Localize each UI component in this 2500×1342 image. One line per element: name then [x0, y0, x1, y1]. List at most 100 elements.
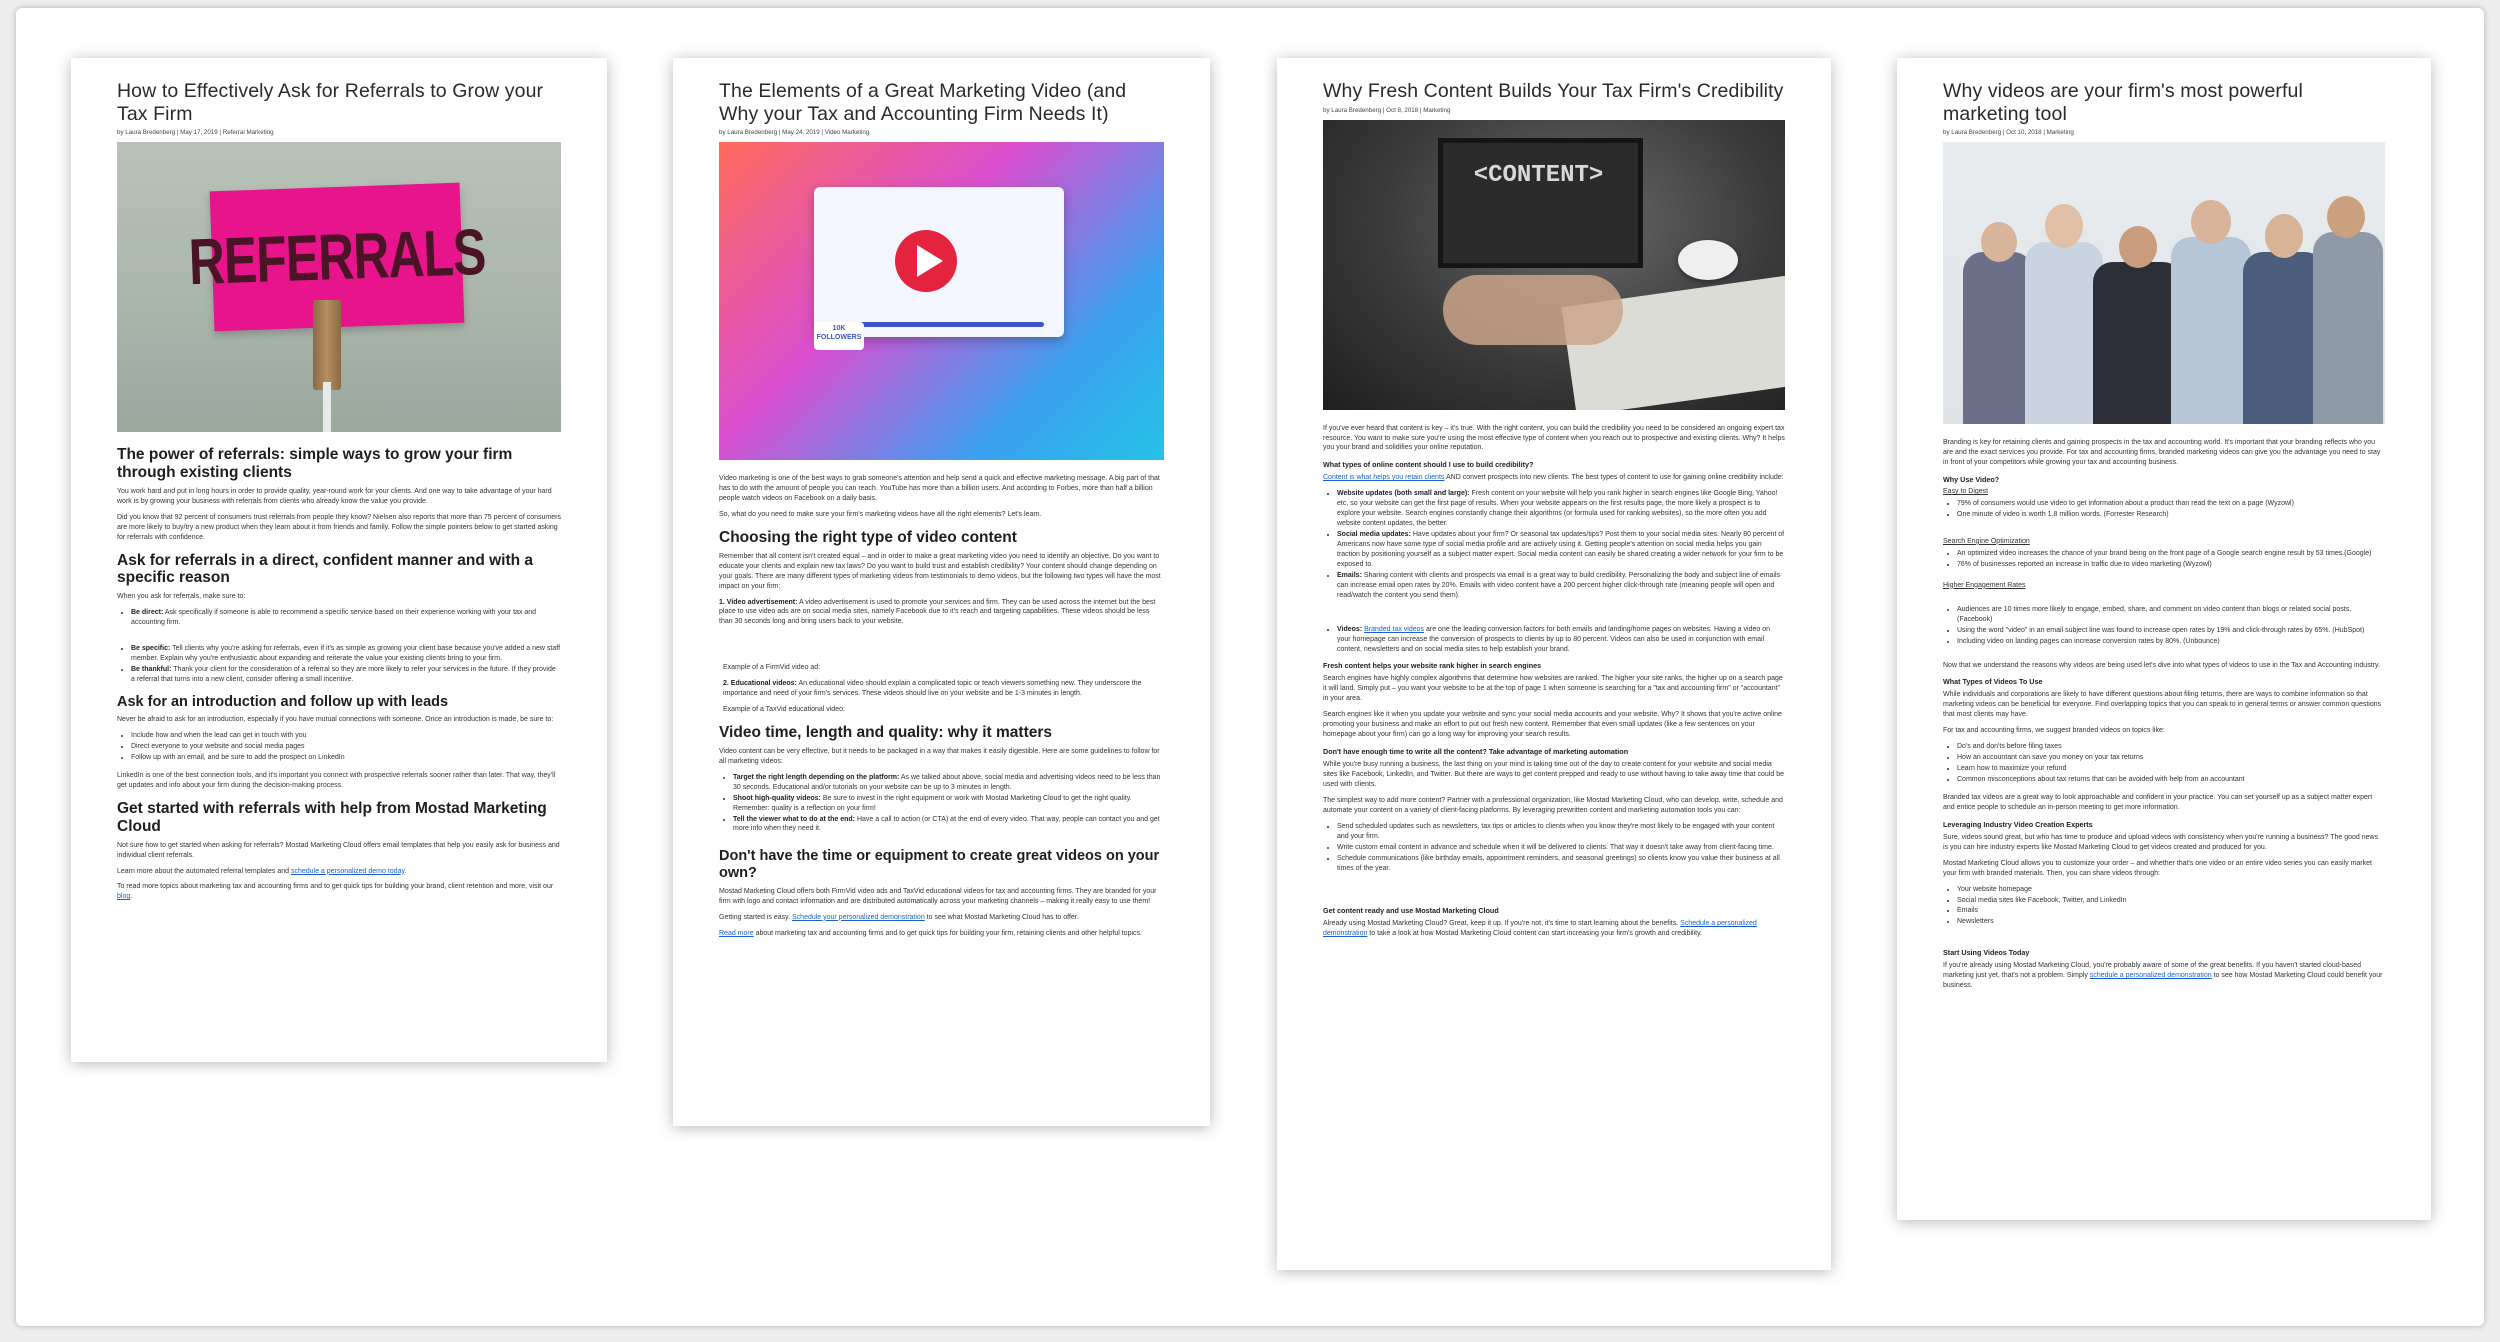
sub-heading: Higher Engagement Rates — [1943, 581, 2026, 589]
paragraph: Video marketing is one of the best ways … — [719, 475, 1160, 503]
list-item: Social media updates: Have updates about… — [1337, 530, 1785, 570]
paragraph: Sure, videos sound great, but who has ti… — [1943, 833, 2379, 851]
branded-videos-link[interactable]: Branded tax videos — [1364, 626, 1424, 633]
bullet-list: Videos: Branded tax videos are one the l… — [1323, 625, 1785, 655]
list-item: Direct everyone to your website and soci… — [131, 742, 561, 752]
hero-image-content: <CONTENT> — [1323, 119, 1785, 410]
section-heading: Get content ready and use Mostad Marketi… — [1323, 906, 1499, 916]
demo-link[interactable]: schedule a personalized demonstration — [2090, 972, 2212, 979]
paragraph: Mostad Marketing Cloud allows you to cus… — [1943, 859, 2372, 877]
section-heading: Don't have the time or equipment to crea… — [719, 848, 1160, 882]
section-heading: Leveraging Industry Video Creation Exper… — [1943, 819, 2093, 829]
page-title: The Elements of a Great Marketing Video … — [719, 80, 1127, 125]
article-page-referrals: How to Effectively Ask for Referrals to … — [71, 58, 607, 1062]
list-item: Include how and when the lead can get in… — [131, 731, 561, 741]
paragraph: If you're already using Mostad Marketing… — [1943, 962, 2383, 990]
bullet-list: Send scheduled updates such as newslette… — [1323, 822, 1785, 874]
blog-link[interactable]: blog — [117, 893, 130, 900]
caption: Example of a TaxVid educational video: — [723, 706, 845, 714]
section-heading: Ask for an introduction and follow up wi… — [117, 693, 449, 710]
list-item: Follow up with an email, and be sure to … — [131, 753, 561, 763]
list-item: Write custom email content in advance an… — [1337, 843, 1785, 853]
article-page-video: The Elements of a Great Marketing Video … — [673, 58, 1210, 1126]
list-item: Website updates (both small and large): … — [1337, 489, 1785, 529]
list-item: Schedule communications (like birthday e… — [1337, 854, 1785, 874]
paragraph: 2. Educational videos: An educational vi… — [723, 680, 1142, 698]
post-meta: by Laura Bredenberg | May 17, 2019 | Ref… — [117, 129, 274, 137]
bullet-list: Be specific: Tell clients why you're ask… — [117, 644, 561, 685]
bullet-list: Be direct: Ask specifically if someone i… — [117, 608, 561, 628]
paragraph: You work hard and put in long hours in o… — [117, 487, 552, 505]
list-item: Common misconceptions about tax returns … — [1957, 775, 2385, 785]
section-heading: Why Use Video? — [1943, 475, 2000, 485]
hero-image-referrals: REFERRALS — [117, 142, 561, 433]
page-title: How to Effectively Ask for Referrals to … — [117, 80, 544, 125]
sub-heading: Easy to Digest — [1943, 488, 1989, 496]
section-heading: Don't have enough time to write all the … — [1323, 747, 1629, 757]
coffee-cup-icon — [1678, 239, 1738, 280]
section-heading: Get started with referrals with help fro… — [117, 800, 547, 835]
bullet-list: Your website homepage Social media sites… — [1943, 885, 2385, 928]
paragraph: Remember that all content isn't created … — [719, 552, 1161, 590]
list-item: Be thankful: Thank your client for the c… — [131, 665, 561, 685]
paragraph: Search engines like it when you update y… — [1323, 711, 1782, 739]
list-item: Using the word "video" in an email subje… — [1957, 626, 2385, 636]
hero-sign-text: REFERRALS — [187, 215, 487, 299]
bullet-list: Do's and don'ts before filing taxes How … — [1943, 742, 2385, 785]
bullet-list: Include how and when the lead can get in… — [117, 731, 561, 763]
bullet-list: Target the right length depending on the… — [719, 773, 1164, 835]
bullet-list: Audiences are 10 times more likely to en… — [1943, 605, 2385, 647]
list-item: Including video on landing pages can inc… — [1957, 637, 2385, 647]
section-heading: Choosing the right type of video content — [719, 528, 1017, 546]
list-item: Audiences are 10 times more likely to en… — [1957, 605, 2385, 625]
demo-link[interactable]: schedule a personalized demo today — [291, 868, 405, 875]
article-page-content: Why Fresh Content Builds Your Tax Firm's… — [1277, 58, 1831, 1270]
section-heading: What Types of Videos To Use — [1943, 677, 2043, 687]
list-item: Emails: Sharing content with clients and… — [1337, 571, 1785, 601]
paragraph: Mostad Marketing Cloud offers both FirmV… — [719, 887, 1157, 905]
retain-clients-link[interactable]: Content is what helps you retain clients — [1323, 474, 1444, 481]
clothespin-icon — [313, 300, 341, 391]
paragraph: For tax and accounting firms, we suggest… — [1943, 727, 2165, 735]
paragraph: Now that we understand the reasons why v… — [1943, 661, 2380, 669]
paragraph: 1. Video advertisement: A video advertis… — [719, 598, 1156, 626]
paragraph: Content is what helps you retain clients… — [1323, 474, 1784, 482]
paragraph: If you've ever heard that content is key… — [1323, 424, 1785, 452]
list-item: Videos: Branded tax videos are one the l… — [1337, 625, 1785, 655]
list-item: Tell the viewer what to do at the end: H… — [733, 815, 1164, 835]
hero-image-selfie — [1943, 142, 2385, 425]
paragraph: Never be afraid to ask for an introducti… — [117, 716, 554, 724]
demo-link[interactable]: Schedule your personalized demonstration — [792, 914, 925, 921]
post-meta: by Laura Bredenberg | Oct 8, 2018 | Mark… — [1323, 106, 1451, 114]
paragraph: Search engines have highly complex algor… — [1323, 675, 1783, 703]
bullet-list: Website updates (both small and large): … — [1323, 489, 1785, 600]
paragraph: Learn more about the automated referral … — [117, 867, 407, 875]
paragraph: The simplest way to add more content? Pa… — [1323, 796, 1783, 814]
paragraph: Getting started is easy. Schedule your p… — [719, 913, 1079, 921]
section-heading: Ask for referrals in a direct, confident… — [117, 551, 534, 587]
section-heading: Video time, length and quality: why it m… — [719, 724, 1053, 742]
list-item: One minute of video is worth 1.8 million… — [1957, 510, 2385, 520]
hero-screen-text: <CONTENT> — [1473, 161, 1604, 189]
paragraph: To read more topics about marketing tax … — [117, 883, 554, 901]
read-more-link[interactable]: Read more — [719, 930, 754, 937]
paragraph: Read more about marketing tax and accoun… — [719, 929, 1142, 937]
caption: Example of a FirmVid video ad: — [723, 664, 821, 672]
list-item: Do's and don'ts before filing taxes — [1957, 742, 2385, 752]
section-heading: Start Using Videos Today — [1943, 948, 2030, 958]
followers-badge: 10K FOLLOWERS — [814, 322, 864, 351]
list-item: 76% of businesses reported an increase i… — [1957, 560, 2385, 570]
section-heading: What types of online content should I us… — [1323, 460, 1534, 470]
paragraph: LinkedIn is one of the best connection t… — [117, 772, 556, 790]
paragraph: Branded tax videos are a great way to lo… — [1943, 793, 2373, 811]
paragraph: Branding is key for retaining clients an… — [1943, 439, 2381, 467]
list-item: Shoot high-quality videos: Be sure to in… — [733, 794, 1164, 814]
article-page-videos-tool: Why videos are your firm's most powerful… — [1897, 58, 2431, 1220]
sub-heading: Search Engine Optimization — [1943, 537, 2030, 545]
paragraph: So, what do you need to make sure your f… — [719, 511, 1042, 519]
paragraph: While individuals and corporations are l… — [1943, 691, 2382, 719]
list-item: Learn how to maximize your refund — [1957, 764, 2385, 774]
hero-image-video: 10K FOLLOWERS — [719, 142, 1164, 461]
paragraph: While you're busy running a business, th… — [1323, 761, 1784, 788]
section-heading: The power of referrals: simple ways to g… — [117, 446, 513, 482]
